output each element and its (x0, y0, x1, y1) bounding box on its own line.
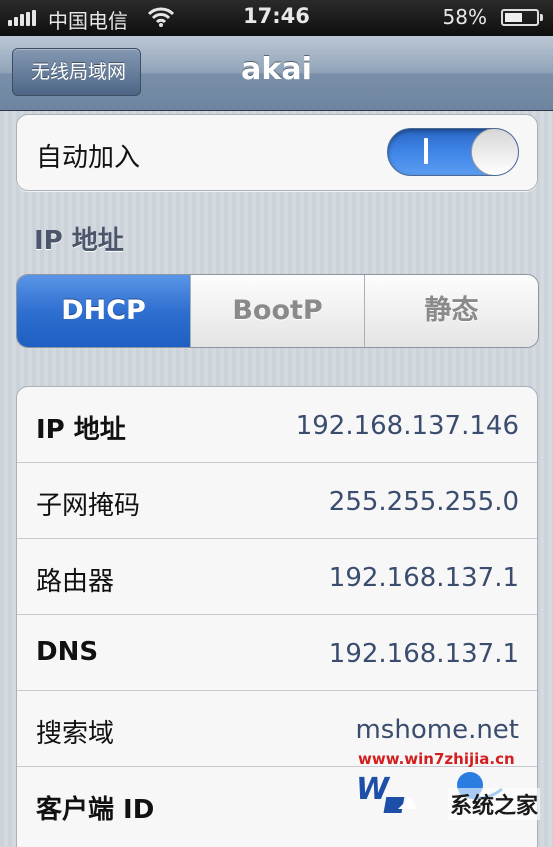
table-row: 子网掩码 255.255.255.0 (17, 463, 537, 539)
toggle-knob (471, 129, 518, 175)
detail-value: 255.255.255.0 (328, 487, 519, 517)
navigation-bar: 无线局域网 akai (0, 36, 553, 111)
detail-label: 客户端 ID (36, 795, 155, 825)
detail-label: DNS (36, 637, 99, 667)
detail-value: 192.168.137.1 (328, 563, 519, 593)
page-title: akai (241, 52, 312, 87)
segment-static[interactable]: 静态 (364, 275, 538, 347)
detail-label: 路由器 (36, 567, 115, 597)
detail-label: 子网掩码 (36, 491, 141, 521)
auto-join-group: 自动加入 (16, 114, 538, 191)
detail-label: 搜索域 (36, 719, 115, 749)
battery-icon (501, 9, 543, 26)
status-bar: 中国电信 17:46 58% (0, 0, 553, 36)
toggle-on-indicator (424, 138, 428, 164)
detail-value: mshome.net (355, 715, 519, 745)
auto-join-row: 自动加入 (17, 115, 537, 190)
table-row: DNS 192.168.137.1 (17, 615, 537, 691)
detail-value: 192.168.137.1 (328, 639, 519, 669)
table-row: 路由器 192.168.137.1 (17, 539, 537, 615)
table-row: IP 地址 192.168.137.146 (17, 387, 537, 463)
segment-dhcp[interactable]: DHCP (17, 275, 190, 347)
detail-value: 192.168.137.146 (295, 411, 519, 441)
segment-bootp[interactable]: BootP (190, 275, 364, 347)
auto-join-toggle[interactable] (387, 128, 519, 176)
battery-percent: 58% (442, 5, 487, 29)
ip-section-header: IP 地址 (34, 226, 124, 256)
auto-join-label: 自动加入 (36, 143, 141, 173)
ip-mode-segmented-control: DHCP BootP 静态 (16, 274, 539, 348)
watermark-brand: 系统之家 (448, 788, 541, 820)
detail-label: IP 地址 (36, 415, 126, 445)
